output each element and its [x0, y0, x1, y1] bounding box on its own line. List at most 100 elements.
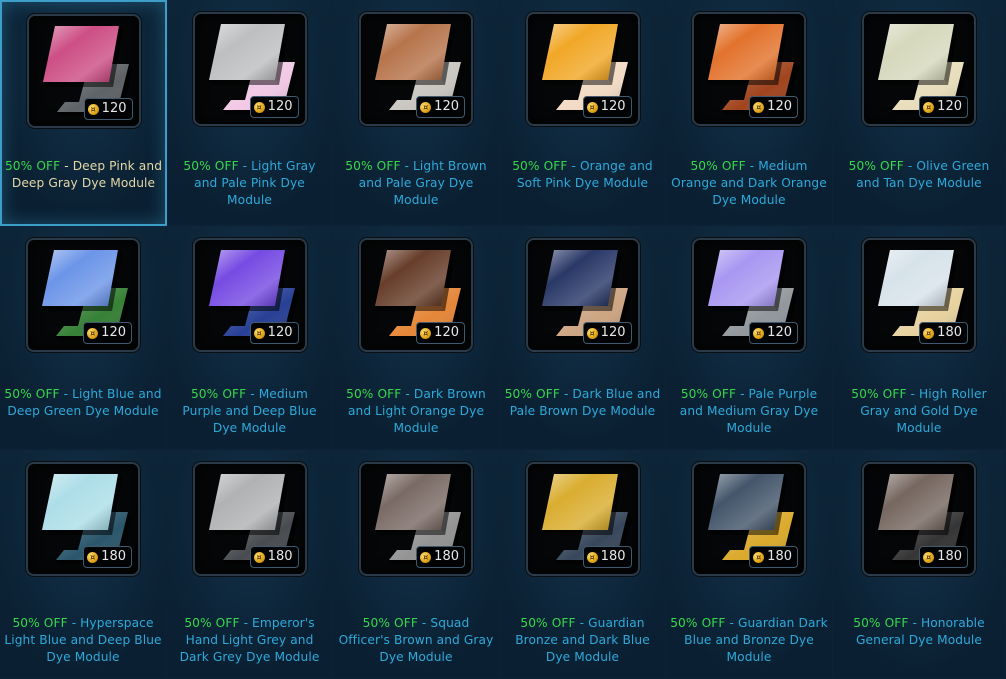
- price-tag: ¤ 120: [83, 98, 133, 120]
- item-caption: 50% OFF - Pale Purple and Medium Gray Dy…: [670, 386, 828, 437]
- dye-module-tile-light-blue-and-deep-green-dye-module[interactable]: ¤ 120 50% OFF - Light Blue and Deep Green …: [0, 226, 167, 450]
- item-caption: 50% OFF - Deep Pink and Deep Gray Dye Mo…: [4, 158, 163, 192]
- item-caption: 50% OFF - Olive Green and Tan Dye Module: [837, 158, 1001, 192]
- dye-module-icon: ¤ 120: [26, 238, 140, 352]
- dye-module-tile-light-gray-and-pale-pink-dye-module[interactable]: ¤ 120 50% OFF - Light Gray and Pale Pink D…: [167, 0, 333, 226]
- discount-label: 50% OFF: [12, 616, 68, 630]
- dye-module-tile-squad-officer-s-brown-and-gray-dye-module[interactable]: ¤ 180 50% OFF - Squad Officer's Brown and …: [333, 450, 500, 679]
- caption-separator: -: [736, 387, 749, 401]
- dye-module-tile-hyperspace-light-blue-and-deep-blue-dye-module[interactable]: ¤ 180 50% OFF - Hyperspace Light Blue and …: [0, 450, 167, 679]
- caption-separator: -: [401, 387, 414, 401]
- dye-module-tile-olive-green-and-tan-dye-module[interactable]: ¤ 120 50% OFF - Olive Green and Tan Dye Mo…: [833, 0, 1006, 226]
- dye-module-tile-pale-purple-and-medium-gray-dye-module[interactable]: ¤ 120 50% OFF - Pale Purple and Medium Gra…: [666, 226, 833, 450]
- discount-label: 50% OFF: [520, 616, 576, 630]
- caption-separator: -: [567, 159, 580, 173]
- dye-module-icon: ¤ 180: [359, 462, 473, 576]
- cartel-coin-icon: ¤: [253, 327, 265, 339]
- price-amount: 120: [101, 325, 126, 340]
- price-tag: ¤ 120: [416, 322, 465, 344]
- cartel-coin-icon: ¤: [586, 327, 598, 339]
- discount-label: 50% OFF: [183, 159, 239, 173]
- item-caption: 50% OFF - Emperor's Hand Light Grey and …: [171, 615, 328, 666]
- dye-module-tile-medium-purple-and-deep-blue-dye-module[interactable]: ¤ 120 50% OFF - Medium Purple and Deep Blu…: [167, 226, 333, 450]
- dye-module-icon: ¤ 180: [192, 462, 307, 576]
- price-tag: ¤ 180: [582, 546, 632, 568]
- price-tag: ¤ 120: [83, 322, 132, 344]
- price-amount: 120: [600, 99, 626, 114]
- caption-separator: -: [60, 159, 73, 173]
- price-amount: 120: [101, 101, 127, 116]
- discount-label: 50% OFF: [345, 159, 401, 173]
- item-caption: 50% OFF - High Roller Gray and Gold Dye …: [837, 386, 1001, 437]
- discount-label: 50% OFF: [851, 387, 907, 401]
- caption-separator: -: [559, 387, 573, 401]
- dye-module-tile-dark-brown-and-light-orange-dye-module[interactable]: ¤ 120 50% OFF - Dark Brown and Light Orang…: [333, 226, 500, 450]
- price-amount: 180: [937, 325, 962, 340]
- price-amount: 120: [434, 325, 459, 340]
- item-caption: 50% OFF - Medium Orange and Dark Orange …: [670, 158, 828, 209]
- dye-module-icon: ¤ 120: [192, 238, 307, 352]
- item-caption: 50% OFF - Light Gray and Pale Pink Dye M…: [171, 158, 328, 209]
- dye-module-grid: ¤ 120 50% OFF - Deep Pink and Deep Gray Dy…: [0, 0, 1006, 679]
- dye-module-icon: ¤ 120: [692, 12, 806, 126]
- caption-separator: -: [239, 616, 253, 630]
- cartel-coin-icon: ¤: [753, 551, 765, 563]
- price-tag: ¤ 180: [83, 546, 132, 568]
- item-caption: 50% OFF - Hyperspace Light Blue and Deep…: [4, 615, 162, 666]
- dye-module-tile-deep-pink-and-deep-gray-dye-module[interactable]: ¤ 120 50% OFF - Deep Pink and Deep Gray Dy…: [0, 0, 167, 226]
- caption-separator: -: [906, 387, 920, 401]
- discount-label: 50% OFF: [853, 616, 909, 630]
- dye-module-tile-orange-and-soft-pink-dye-module[interactable]: ¤ 120 50% OFF - Orange and Soft Pink Dye M…: [500, 0, 666, 226]
- discount-label: 50% OFF: [184, 616, 240, 630]
- discount-label: 50% OFF: [4, 387, 60, 401]
- discount-label: 50% OFF: [190, 387, 247, 401]
- cartel-coin-icon: ¤: [420, 327, 432, 339]
- cartel-coin-icon: ¤: [87, 551, 99, 563]
- dye-module-tile-medium-orange-and-dark-orange-dye-module[interactable]: ¤ 120 50% OFF - Medium Orange and Dark Ora…: [666, 0, 833, 226]
- cartel-coin-icon: ¤: [420, 551, 432, 563]
- price-tag: ¤ 120: [582, 322, 632, 344]
- cartel-coin-icon: ¤: [586, 101, 598, 113]
- dye-module-tile-light-brown-and-pale-gray-dye-module[interactable]: ¤ 120 50% OFF - Light Brown and Pale Gray …: [333, 0, 500, 226]
- cartel-coin-icon: ¤: [87, 103, 99, 115]
- dye-module-icon: ¤ 120: [862, 12, 976, 126]
- price-amount: 180: [937, 549, 962, 564]
- cartel-coin-icon: ¤: [923, 327, 935, 339]
- price-amount: 180: [267, 549, 293, 564]
- price-amount: 180: [101, 549, 126, 564]
- discount-label: 50% OFF: [690, 159, 746, 173]
- dye-module-tile-guardian-dark-blue-and-bronze-dye-module[interactable]: ¤ 180 50% OFF - Guardian Dark Blue and Bro…: [666, 450, 833, 679]
- dye-module-tile-honorable-general-dye-module[interactable]: ¤ 180 50% OFF - Honorable General Dye Modu…: [833, 450, 1006, 679]
- dye-module-icon: ¤ 120: [525, 12, 640, 126]
- dye-module-tile-high-roller-gray-and-gold-dye-module[interactable]: ¤ 180 50% OFF - High Roller Gray and Gold …: [833, 226, 1006, 450]
- item-caption: 50% OFF - Guardian Dark Blue and Bronze …: [670, 615, 828, 666]
- price-amount: 120: [267, 99, 293, 114]
- caption-separator: -: [575, 616, 589, 630]
- discount-label: 50% OFF: [346, 387, 402, 401]
- dye-module-icon: ¤ 120: [192, 12, 307, 126]
- price-amount: 120: [267, 325, 293, 340]
- discount-label: 50% OFF: [670, 616, 726, 630]
- dye-module-icon: ¤ 120: [525, 238, 640, 352]
- dye-module-tile-dark-blue-and-pale-brown-dye-module[interactable]: ¤ 120 50% OFF - Dark Blue and Pale Brown D…: [500, 226, 666, 450]
- dye-module-icon: ¤ 120: [26, 14, 141, 128]
- discount-label: 50% OFF: [512, 159, 568, 173]
- caption-separator: -: [745, 159, 759, 173]
- cartel-coin-icon: ¤: [753, 101, 765, 113]
- price-tag: ¤ 120: [582, 96, 632, 118]
- discount-label: 50% OFF: [848, 159, 904, 173]
- cartel-coin-icon: ¤: [420, 101, 432, 113]
- dye-module-tile-guardian-bronze-and-dark-blue-dye-module[interactable]: ¤ 180 50% OFF - Guardian Bronze and Dark B…: [500, 450, 666, 679]
- price-tag: ¤ 120: [919, 96, 968, 118]
- dye-module-icon: ¤ 120: [359, 12, 473, 126]
- item-caption: 50% OFF - Light Blue and Deep Green Dye …: [4, 386, 162, 420]
- cartel-coin-icon: ¤: [586, 551, 598, 563]
- caption-separator: -: [725, 616, 738, 630]
- discount-label: 50% OFF: [680, 387, 737, 401]
- caption-separator: -: [246, 387, 259, 401]
- price-tag: ¤ 180: [416, 546, 465, 568]
- dye-module-tile-emperor-s-hand-light-grey-and-dark-grey-dye-module[interactable]: ¤ 180 50% OFF - Emperor's Hand Light Grey …: [167, 450, 333, 679]
- discount-label: 50% OFF: [4, 159, 61, 173]
- price-amount: 120: [600, 325, 626, 340]
- caption-separator: -: [238, 159, 252, 173]
